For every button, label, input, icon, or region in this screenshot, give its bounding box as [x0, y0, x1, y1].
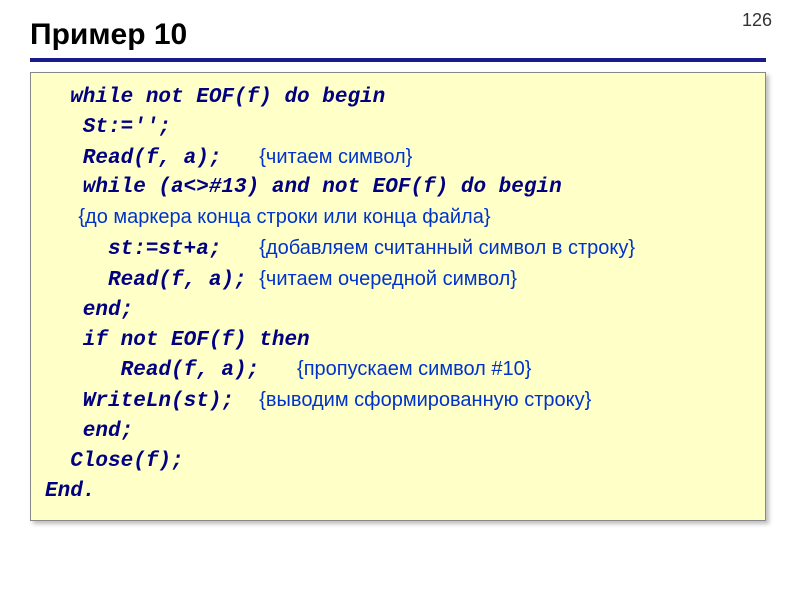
code-line: End.	[45, 477, 751, 507]
code-line: st:=st+a; {добавляем считанный символ в …	[45, 234, 751, 265]
code-text: end;	[45, 299, 133, 322]
code-text: st:=st+a;	[45, 238, 259, 261]
code-line: Read(f, a); {читаем символ}	[45, 143, 751, 174]
code-line: Read(f, a); {пропускаем символ #10}	[45, 355, 751, 386]
code-line: while not EOF(f) do begin	[45, 83, 751, 113]
code-comment: {читаем символ}	[259, 146, 412, 168]
code-comment: {выводим сформированную строку}	[259, 389, 591, 411]
code-text: if not EOF(f) then	[45, 329, 310, 352]
code-text: Read(f, a);	[45, 359, 297, 382]
code-line: WriteLn(st); {выводим сформированную стр…	[45, 386, 751, 417]
code-line: Close(f);	[45, 447, 751, 477]
code-line: St:='';	[45, 113, 751, 143]
code-text: while not EOF(f) do begin	[45, 86, 385, 109]
code-line: if not EOF(f) then	[45, 326, 751, 356]
code-comment: {читаем очередной символ}	[259, 268, 517, 290]
code-comment: {добавляем считанный символ в строку}	[259, 237, 635, 259]
code-text: Read(f, a);	[45, 269, 259, 292]
code-line: Read(f, a); {читаем очередной символ}	[45, 265, 751, 296]
slide-title: Пример 10	[30, 18, 187, 52]
title-underline	[30, 58, 766, 62]
code-line: {до маркера конца строки или конца файла…	[45, 203, 751, 234]
code-text: end;	[45, 420, 133, 443]
code-text: while (a<>#13) and not EOF(f) do begin	[45, 176, 562, 199]
code-line: end;	[45, 296, 751, 326]
code-text: End.	[45, 480, 95, 503]
code-line: while (a<>#13) and not EOF(f) do begin	[45, 173, 751, 203]
code-block: while not EOF(f) do begin St:=''; Read(f…	[30, 72, 766, 521]
code-comment: {пропускаем символ #10}	[297, 358, 531, 380]
code-comment: {до маркера конца строки или конца файла…	[45, 206, 491, 228]
page-number: 126	[742, 10, 772, 31]
code-line: end;	[45, 417, 751, 447]
code-text: Read(f, a);	[45, 147, 259, 170]
code-text: Close(f);	[45, 450, 184, 473]
code-text: St:='';	[45, 116, 171, 139]
code-text: WriteLn(st);	[45, 390, 259, 413]
